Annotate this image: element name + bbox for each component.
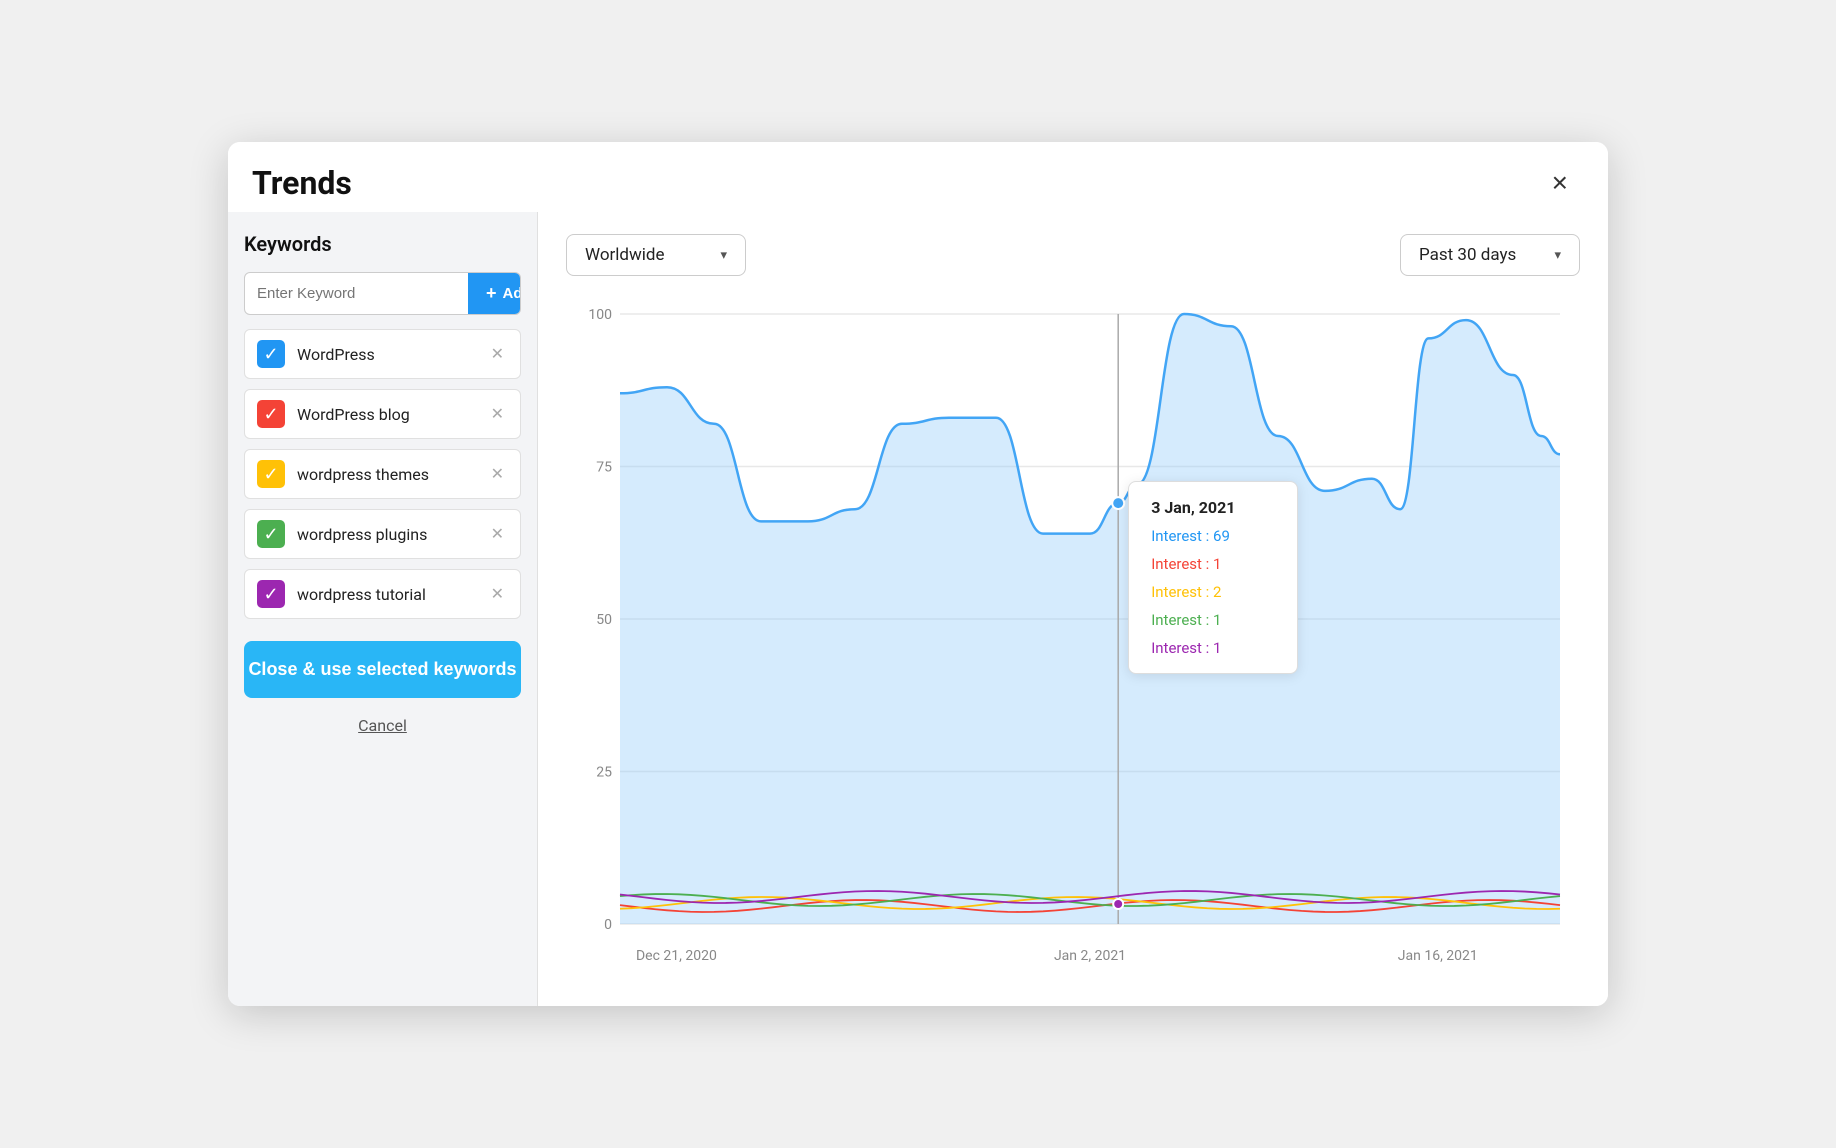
- keyword-input-row: + Add: [244, 272, 521, 315]
- keyword-checkbox[interactable]: ✓: [257, 340, 285, 368]
- cancel-link[interactable]: Cancel: [244, 716, 521, 735]
- time-value: Past 30 days: [1419, 245, 1516, 265]
- close-use-button[interactable]: Close & use selected keywords: [244, 641, 521, 698]
- keyword-left: ✓ WordPress: [257, 340, 375, 368]
- time-dropdown-arrow: ▾: [1554, 248, 1561, 263]
- add-button-label: Add: [503, 285, 521, 302]
- keyword-item: ✓ WordPress ✕: [244, 329, 521, 379]
- svg-text:Jan 2, 2021: Jan 2, 2021: [1054, 948, 1126, 964]
- location-dropdown[interactable]: Worldwide ▾: [566, 234, 746, 276]
- svg-text:75: 75: [596, 460, 612, 476]
- location-dropdown-arrow: ▾: [720, 248, 727, 263]
- keyword-checkbox[interactable]: ✓: [257, 520, 285, 548]
- keyword-list: ✓ WordPress ✕ ✓ WordPress blog ✕ ✓ wordp…: [244, 329, 521, 619]
- keyword-item: ✓ wordpress themes ✕: [244, 449, 521, 499]
- keyword-item: ✓ wordpress plugins ✕: [244, 509, 521, 559]
- keyword-left: ✓ WordPress blog: [257, 400, 410, 428]
- keyword-left: ✓ wordpress plugins: [257, 520, 427, 548]
- svg-text:0: 0: [604, 917, 612, 933]
- keyword-remove-button[interactable]: ✕: [487, 522, 508, 546]
- keyword-label: WordPress blog: [297, 405, 410, 424]
- close-button[interactable]: ×: [1544, 165, 1576, 201]
- modal-title: Trends: [252, 164, 352, 202]
- keyword-label: wordpress themes: [297, 465, 429, 484]
- svg-text:Jan 16, 2021: Jan 16, 2021: [1398, 948, 1478, 964]
- chart-area: Worldwide ▾ Past 30 days ▾ 100 75 50 25 0 Dec…: [538, 212, 1608, 1006]
- keyword-checkbox[interactable]: ✓: [257, 460, 285, 488]
- keyword-remove-button[interactable]: ✕: [487, 582, 508, 606]
- keyword-label: wordpress tutorial: [297, 585, 426, 604]
- keyword-checkbox[interactable]: ✓: [257, 580, 285, 608]
- keyword-left: ✓ wordpress themes: [257, 460, 429, 488]
- svg-text:Dec 21, 2020: Dec 21, 2020: [636, 948, 717, 964]
- keyword-input[interactable]: [245, 273, 468, 314]
- svg-text:50: 50: [596, 612, 612, 628]
- plus-icon: +: [486, 283, 497, 304]
- keyword-item: ✓ WordPress blog ✕: [244, 389, 521, 439]
- keywords-label: Keywords: [244, 232, 521, 256]
- modal-body: Keywords + Add ✓ WordPress ✕ ✓ WordPress…: [228, 212, 1608, 1006]
- trend-chart-svg: 100 75 50 25 0 Dec 21, 2020 Jan 2, 2021 Jan 16,…: [566, 292, 1580, 986]
- trends-modal: Trends × Keywords + Add ✓ WordPress ✕ ✓ …: [228, 142, 1608, 1006]
- location-value: Worldwide: [585, 245, 665, 265]
- modal-header: Trends ×: [228, 142, 1608, 212]
- sidebar: Keywords + Add ✓ WordPress ✕ ✓ WordPress…: [228, 212, 538, 1006]
- svg-text:100: 100: [588, 307, 612, 323]
- svg-text:25: 25: [596, 765, 612, 781]
- keyword-item: ✓ wordpress tutorial ✕: [244, 569, 521, 619]
- keyword-remove-button[interactable]: ✕: [487, 342, 508, 366]
- keyword-remove-button[interactable]: ✕: [487, 402, 508, 426]
- keyword-label: WordPress: [297, 345, 375, 364]
- chart-controls: Worldwide ▾ Past 30 days ▾: [566, 234, 1580, 276]
- keyword-label: wordpress plugins: [297, 525, 427, 544]
- keyword-left: ✓ wordpress tutorial: [257, 580, 426, 608]
- add-keyword-button[interactable]: + Add: [468, 273, 521, 314]
- chart-wrapper: 100 75 50 25 0 Dec 21, 2020 Jan 2, 2021 Jan 16,…: [566, 292, 1580, 986]
- keyword-remove-button[interactable]: ✕: [487, 462, 508, 486]
- keyword-checkbox[interactable]: ✓: [257, 400, 285, 428]
- time-dropdown[interactable]: Past 30 days ▾: [1400, 234, 1580, 276]
